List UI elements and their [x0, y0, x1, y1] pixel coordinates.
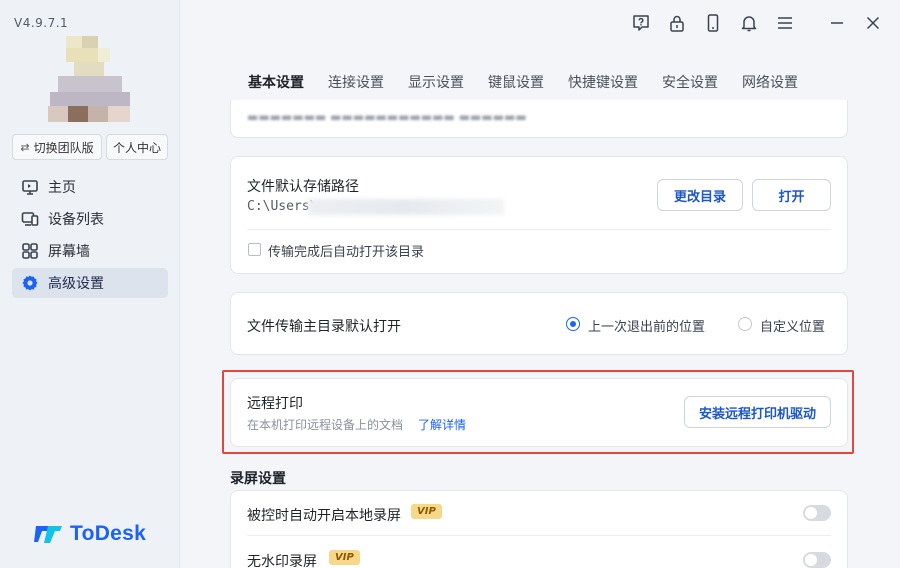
tab-connection-settings[interactable]: 连接设置 [328, 72, 384, 92]
tab-network-settings[interactable]: 网络设置 [742, 72, 798, 92]
todesk-logo-icon [34, 526, 62, 543]
highlight-box [222, 370, 854, 454]
vip-badge: VIP [329, 550, 360, 565]
recording-card: 被控时自动开启本地录屏 VIP 无水印录屏 VIP [230, 490, 848, 568]
switch-team-button[interactable]: ⇄ 切换团队版 [12, 134, 102, 160]
user-center-button[interactable]: 个人中心 [106, 134, 168, 160]
settings-tabs: 基本设置 连接设置 显示设置 键鼠设置 快捷键设置 安全设置 网络设置 [248, 72, 798, 92]
sidebar-item-label: 设备列表 [48, 212, 104, 228]
radio-last-position-label: 上一次退出前的位置 [588, 320, 706, 335]
menu-icon[interactable] [772, 10, 798, 36]
transfer-default-title: 文件传输主目录默认打开 [247, 319, 401, 335]
transfer-default-card: 文件传输主目录默认打开 上一次退出前的位置 自定义位置 [230, 292, 848, 355]
tab-display-settings[interactable]: 显示设置 [408, 72, 464, 92]
no-watermark-toggle[interactable] [803, 552, 831, 568]
lock-icon[interactable] [664, 10, 690, 36]
close-icon[interactable] [860, 10, 886, 36]
phone-icon[interactable] [700, 10, 726, 36]
gear-icon [20, 273, 40, 293]
radio-last-position[interactable] [566, 317, 580, 331]
blurred-path [308, 199, 504, 215]
divider [247, 229, 831, 230]
tab-shortcut-settings[interactable]: 快捷键设置 [568, 72, 638, 92]
tab-basic-settings[interactable]: 基本设置 [248, 72, 304, 92]
grid-icon [20, 241, 40, 261]
help-icon[interactable] [628, 10, 654, 36]
monitor-icon [20, 177, 40, 197]
radio-custom-position[interactable] [738, 317, 752, 331]
radio-custom-position-label: 自定义位置 [760, 320, 826, 335]
scrolled-card-bottom: ▬▬▬▬▬▬▬ ▬▬▬▬▬▬▬▬▬▬▬ ▬▬▬▬▬▬ [230, 100, 848, 138]
swap-icon: ⇄ [20, 140, 30, 154]
version-label: V4.9.7.1 [14, 16, 69, 30]
switch-team-label: 切换团队版 [33, 140, 94, 155]
no-watermark-label: 无水印录屏 [247, 554, 317, 568]
recording-section-title: 录屏设置 [230, 471, 286, 487]
open-directory-button[interactable]: 打开 [752, 179, 831, 211]
storage-path-card: 文件默认存储路径 C:\Users\ 更改目录 打开 传输完成后自动打开该目录 [230, 156, 848, 274]
sidebar-item-home[interactable]: 主页 [12, 172, 168, 202]
sidebar-item-label: 高级设置 [48, 276, 104, 292]
tab-keyboard-mouse-settings[interactable]: 键鼠设置 [488, 72, 544, 92]
sidebar-item-devices[interactable]: 设备列表 [12, 204, 168, 234]
minimize-icon[interactable] [824, 10, 850, 36]
auto-record-label: 被控时自动开启本地录屏 [247, 508, 401, 524]
auto-open-label: 传输完成后自动打开该目录 [268, 245, 425, 260]
sidebar-item-label: 屏幕墙 [48, 244, 90, 260]
sidebar-item-label: 主页 [48, 180, 76, 196]
sidebar-nav: 主页 设备列表 屏幕墙 高级设置 [12, 172, 168, 300]
todesk-logo: ToDesk [34, 522, 146, 546]
tab-security-settings[interactable]: 安全设置 [662, 72, 718, 92]
scrolled-hidden-text: ▬▬▬▬▬▬▬ ▬▬▬▬▬▬▬▬▬▬▬ ▬▬▬▬▬▬ [247, 110, 527, 124]
storage-path-title: 文件默认存储路径 [247, 179, 359, 195]
avatar[interactable] [48, 32, 132, 124]
device-list-icon [20, 209, 40, 229]
divider [247, 535, 831, 536]
bell-icon[interactable] [736, 10, 762, 36]
auto-record-toggle[interactable] [803, 505, 831, 521]
window-toolbar [618, 10, 886, 36]
auto-open-checkbox[interactable] [248, 243, 261, 256]
vip-badge: VIP [411, 504, 442, 519]
logo-text: ToDesk [70, 522, 147, 545]
sidebar-item-advanced-settings[interactable]: 高级设置 [12, 268, 168, 298]
sidebar: V4.9.7.1 ⇄ 切换团队版 个人中心 主页 设备列表 屏幕墙 高级设置 T… [0, 0, 180, 568]
sidebar-item-screen-wall[interactable]: 屏幕墙 [12, 236, 168, 266]
storage-path-value: C:\Users\ [247, 199, 318, 214]
change-directory-button[interactable]: 更改目录 [657, 179, 743, 211]
